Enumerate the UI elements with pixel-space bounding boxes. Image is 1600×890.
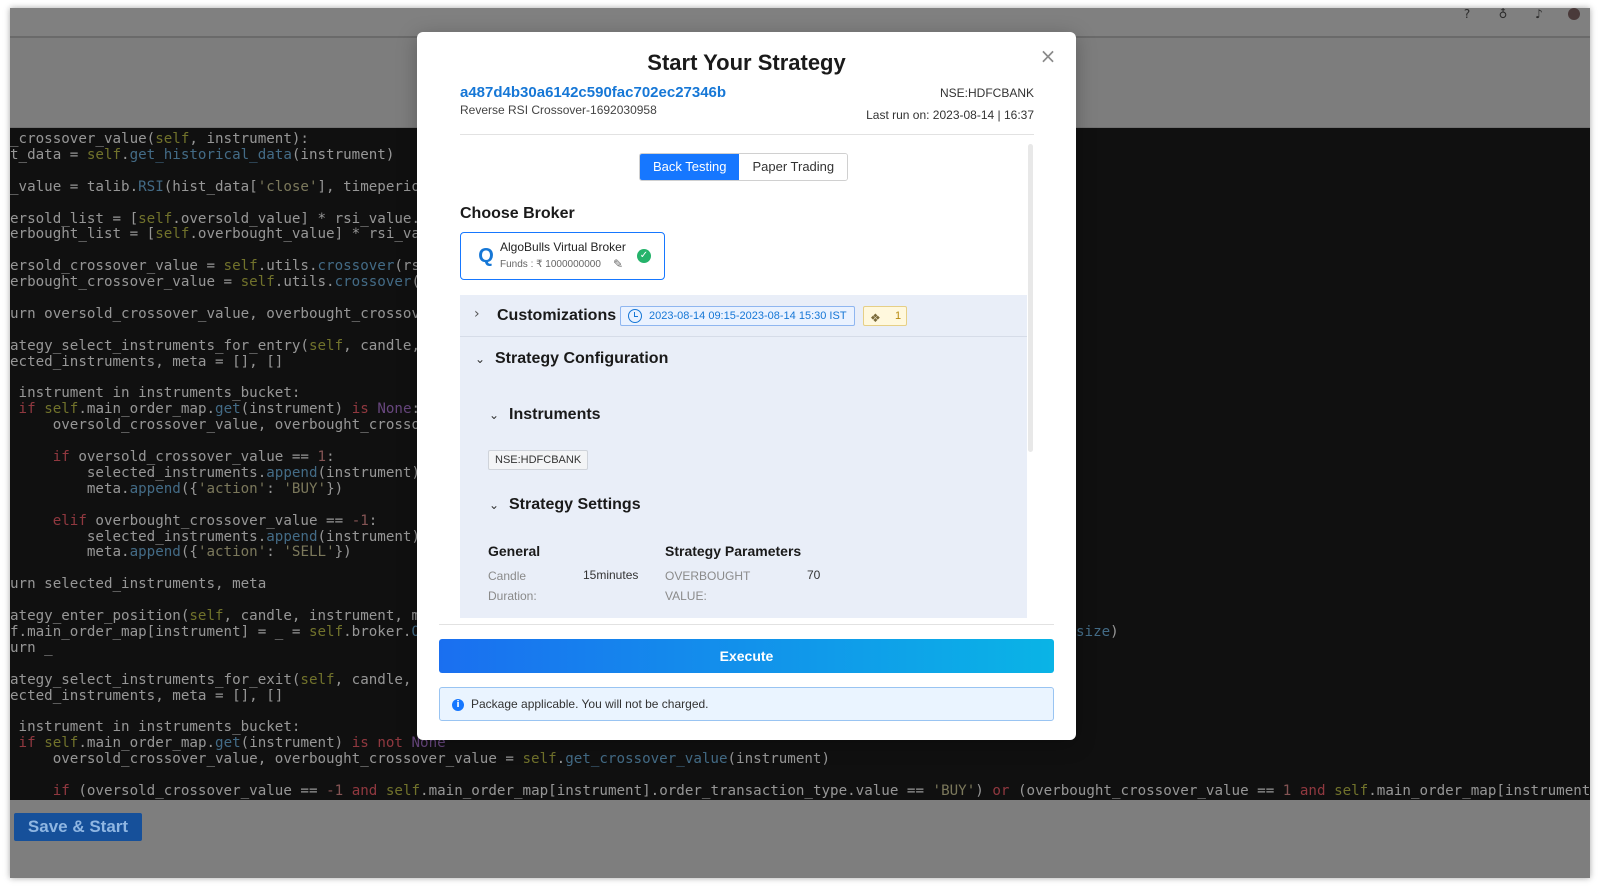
divider xyxy=(460,134,1034,135)
help-icon[interactable]: ? xyxy=(1460,8,1474,22)
candle-duration-value: 15minutes xyxy=(583,568,639,582)
check-circle-icon: ✓ xyxy=(637,249,651,263)
close-icon[interactable]: × xyxy=(1038,46,1058,66)
chevron-down-icon[interactable]: ⌄ xyxy=(489,498,499,512)
last-run-text: Last run on: 2023-08-14 | 16:37 xyxy=(866,108,1034,122)
instrument-tag: NSE:HDFCBANK xyxy=(488,450,589,470)
instruments-title[interactable]: Instruments xyxy=(509,406,601,424)
choose-broker-heading: Choose Broker xyxy=(460,205,575,222)
strategy-id-link[interactable]: a487d4b30a6142c590fac702ec27346b xyxy=(460,84,726,101)
strategy-configuration-title[interactable]: Strategy Configuration xyxy=(495,350,668,368)
broker-funds: Funds : ₹ 1000000000 xyxy=(500,259,601,270)
tab-back-testing[interactable]: Back Testing xyxy=(640,154,740,180)
overbought-value: 70 xyxy=(807,568,821,582)
general-heading: General xyxy=(488,543,541,559)
info-text: Package applicable. You will not be char… xyxy=(471,697,709,711)
bottom-toolbar xyxy=(10,800,1590,878)
mode-toggle: Back Testing Paper Trading xyxy=(639,153,849,181)
broker-logo: Q xyxy=(478,245,494,267)
cubes-icon: ❖ xyxy=(870,311,881,325)
chevron-down-icon[interactable]: ⌄ xyxy=(475,352,485,366)
count-value: 1 xyxy=(895,310,902,322)
strategy-parameters-heading: Strategy Parameters xyxy=(665,543,802,559)
date-range-badge: 2023-08-14 09:15-2023-08-14 15:30 IST xyxy=(620,306,855,326)
candle-duration-label: Candle Duration: xyxy=(488,569,537,603)
bell-icon[interactable]: ♪ xyxy=(1532,8,1546,22)
date-range-text: 2023-08-14 09:15-2023-08-14 15:30 IST xyxy=(649,310,847,322)
customizations-title: Customizations xyxy=(497,307,617,324)
customizations-row[interactable]: › Customizations 2023-08-14 09:15-2023-0… xyxy=(460,295,1027,337)
save-and-start-button[interactable]: Save & Start xyxy=(14,813,142,841)
info-icon: i xyxy=(452,699,464,711)
divider xyxy=(439,624,1054,625)
info-alert: i Package applicable. You will not be ch… xyxy=(439,687,1054,721)
topbar-icons: ? ♁ ♪ xyxy=(1460,8,1580,22)
overbought-value-label: OVERBOUGHT VALUE: xyxy=(665,569,751,603)
strategy-settings-title[interactable]: Strategy Settings xyxy=(509,496,641,514)
edit-icon[interactable]: ✎ xyxy=(613,257,623,271)
modal-title: Start Your Strategy xyxy=(647,50,846,75)
instrument-count-badge: ❖ 1 xyxy=(863,306,907,326)
strategy-name: Reverse RSI Crossover-1692030958 xyxy=(460,103,657,117)
exchange-symbol: NSE:HDFCBANK xyxy=(939,86,1034,100)
clock-icon xyxy=(628,309,642,323)
scrollbar[interactable] xyxy=(1028,144,1033,452)
chevron-right-icon[interactable]: › xyxy=(474,306,480,322)
execute-button[interactable]: Execute xyxy=(439,639,1054,673)
broker-name: AlgoBulls Virtual Broker xyxy=(500,240,626,254)
broker-card[interactable]: Q AlgoBulls Virtual Broker Funds : ₹ 100… xyxy=(460,232,665,280)
modal-scroll-area[interactable]: Back Testing Paper Trading Choose Broker… xyxy=(460,142,1034,618)
configuration-panel: › Customizations 2023-08-14 09:15-2023-0… xyxy=(460,295,1027,618)
chevron-down-icon[interactable]: ⌄ xyxy=(489,408,499,422)
tab-paper-trading[interactable]: Paper Trading xyxy=(739,154,848,180)
bulb-icon[interactable]: ♁ xyxy=(1496,8,1510,22)
start-strategy-modal: Start Your Strategy × a487d4b30a6142c590… xyxy=(417,32,1076,740)
avatar[interactable] xyxy=(1568,8,1580,20)
